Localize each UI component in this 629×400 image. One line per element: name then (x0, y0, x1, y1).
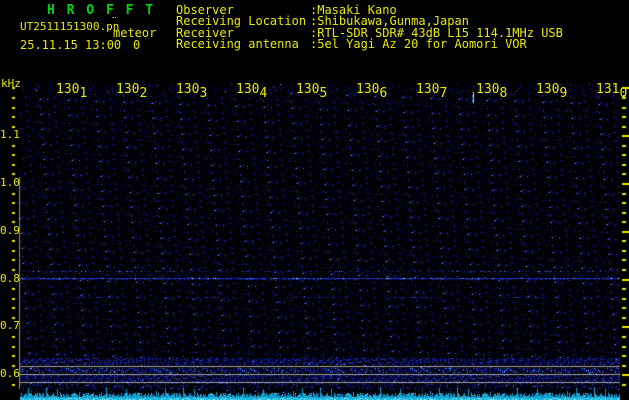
station-info: Observer: Masaki Kano Receiving Location:… (176, 4, 563, 50)
y-tick-label: 0.7 (0, 319, 20, 332)
info-separator: : (310, 37, 318, 52)
y-tick-label: 1.0 (0, 176, 20, 189)
time-tick-label: 1302 (116, 82, 148, 101)
y-tick-label: 0.8 (0, 272, 20, 285)
date-time: 25.11.15 13:00 (20, 38, 122, 52)
info-label: Receiving antenna (176, 37, 299, 52)
echo-count: 0 (133, 38, 141, 52)
y-axis-unit-label: kHz (1, 77, 21, 90)
time-tick-label: 1305 (296, 82, 328, 101)
time-tick-label: 1308 (476, 82, 508, 101)
time-tick-label: 1309 (536, 82, 568, 101)
time-tick-label: 1306 (356, 82, 388, 101)
y-tick-label: 1.1 (0, 128, 20, 141)
time-axis-trailing-mark: . (620, 86, 628, 101)
app-title: H R O F F T (47, 3, 156, 18)
info-row-antenna: Receiving antenna:5el Yagi Az 20 for Aom… (176, 37, 563, 52)
time-tick-label: 1307 (416, 82, 448, 101)
output-filename: UT2511151300.pn (20, 20, 120, 33)
hrofft-screenshot: H R O F F T UT2511151300.pn ¨ meteor 25.… (0, 0, 629, 400)
time-tick-label: 1304 (236, 82, 268, 101)
y-tick-label: 0.9 (0, 224, 20, 237)
info-value: 5el Yagi Az 20 for Aomori VOR (317, 37, 527, 52)
spectrogram-canvas (0, 0, 629, 400)
time-tick-label: 1301 (56, 82, 88, 101)
y-tick-label: 0.6 (0, 367, 20, 380)
time-tick-label: 1303 (176, 82, 208, 101)
